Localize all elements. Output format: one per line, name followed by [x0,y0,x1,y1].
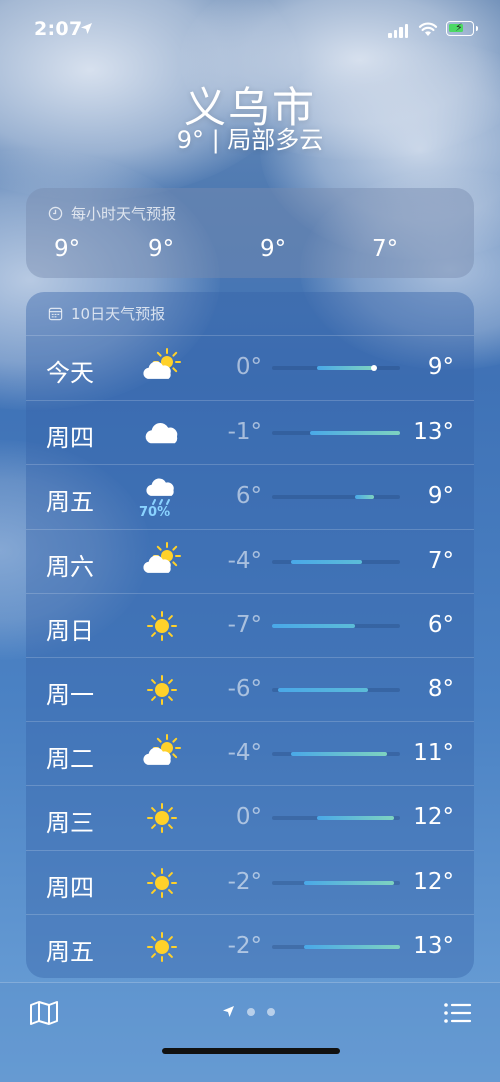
cloud-icon [142,411,182,455]
high-temp: 13° [413,932,454,959]
hourly-forecast-header: 每小时天气预报 [26,188,474,232]
temp-range-track [272,752,400,757]
map-icon[interactable] [28,999,60,1027]
low-temp: -7° [227,611,262,638]
temp-range-track [272,365,400,371]
temp-range-bar [278,688,368,692]
low-temp: -4° [227,740,262,767]
list-icon[interactable] [442,999,472,1027]
temp-range-track [272,559,400,564]
status-time: 2:07 [34,18,83,40]
bottom-toolbar [0,982,500,1082]
low-temp: -1° [227,419,262,446]
wifi-icon [418,22,438,36]
status-bar: 2:07 ⚡ [0,0,500,60]
temp-range-bar [291,752,388,757]
ten-day-forecast-card[interactable]: 10日天气预报 今天 0° 9° 周四 -1° 13° 周五 70% 6° 9°… [26,292,474,978]
day-name: 周三 [46,809,94,838]
sun-icon [142,796,182,840]
high-temp: 6° [427,611,454,638]
day-name: 周五 [46,937,94,966]
temp-range-bar [272,623,356,628]
location-arrow-icon [81,23,92,34]
low-temp: 6° [235,483,262,510]
day-row[interactable]: 周二 -4° 11° [26,721,474,786]
temp-range-track [272,944,400,949]
day-row[interactable]: 今天 0° 9° [26,336,474,401]
high-temp: 13° [413,419,454,446]
temp-range-bar [304,880,394,885]
day-name: 周五 [46,488,94,517]
temp-range-track [272,880,400,885]
current-location-icon[interactable] [222,1005,235,1018]
day-row[interactable]: 周四 -1° 13° [26,400,474,465]
temp-range-track [272,431,400,436]
day-name: 周日 [46,616,94,645]
ten-day-forecast-title: 10日天气预报 [71,305,166,323]
partly-sunny-icon [142,540,182,584]
ten-day-forecast-header: 10日天气预报 [26,292,474,336]
hourly-temp: 9° [260,236,287,262]
temp-range-bar [316,816,394,821]
low-temp: -2° [227,932,262,959]
partly-sunny-icon [142,732,182,776]
high-temp: 8° [427,676,454,702]
day-name: 周四 [46,873,94,902]
day-row[interactable]: 周五 -2° 13° [26,913,474,979]
hourly-forecast-card[interactable]: 每小时天气预报 9° 9° 9° 7° [26,188,474,278]
day-row[interactable]: 周六 -4° 7° [26,528,474,594]
temp-range-track [272,495,400,500]
temp-range-bar [316,366,375,370]
high-temp: 12° [413,804,454,831]
day-name: 周六 [46,552,94,581]
hourly-temp: 9° [148,236,175,262]
clock-icon [48,206,63,220]
day-row[interactable]: 周五 70% 6° 9° [26,464,474,529]
battery-icon: ⚡ [446,21,478,36]
low-temp: -6° [227,676,262,702]
day-row[interactable]: 周一 -6° 8° [26,657,474,722]
sun-icon [142,604,182,648]
day-row[interactable]: 周日 -7° 6° [26,592,474,658]
page-dot[interactable] [267,1007,275,1016]
day-name: 周一 [46,681,94,709]
temp-range-track [272,623,400,628]
temp-range-track [272,688,400,692]
low-temp: 0° [235,354,262,380]
page-indicator[interactable] [222,1005,275,1018]
high-temp: 11° [413,740,454,767]
current-summary: 9° | 局部多云 [176,126,324,154]
day-name: 周二 [46,745,94,774]
home-indicator[interactable] [162,1048,340,1054]
hourly-temp: 9° [54,236,81,262]
hourly-temp: 7° [372,236,399,262]
temp-range-bar [304,944,400,949]
temp-range-bar [291,559,362,564]
partly-sunny-icon [142,346,182,390]
calendar-icon [48,307,63,321]
sun-icon [142,925,182,969]
high-temp: 9° [427,483,454,510]
day-name: 周四 [46,424,94,453]
temp-range-track [272,816,400,821]
low-temp: -4° [227,547,262,574]
day-row[interactable]: 周三 0° 12° [26,785,474,850]
sun-icon [142,668,182,712]
page-dot[interactable] [247,1007,255,1016]
temp-range-bar [310,431,400,436]
hourly-temps-row: 9° 9° 9° 7° [26,232,474,272]
high-temp: 9° [427,354,454,380]
sun-icon [142,861,182,905]
low-temp: -2° [227,868,262,895]
low-temp: 0° [235,804,262,831]
precip-chance: 70% [139,505,171,521]
signal-icon [388,24,408,38]
day-name: 今天 [46,359,94,387]
hourly-forecast-title: 每小时天气预报 [71,204,177,223]
high-temp: 12° [413,868,454,895]
temp-range-bar [355,495,375,500]
current-temp-dot [371,365,378,371]
day-row[interactable]: 周四 -2° 12° [26,849,474,915]
high-temp: 7° [427,547,454,574]
